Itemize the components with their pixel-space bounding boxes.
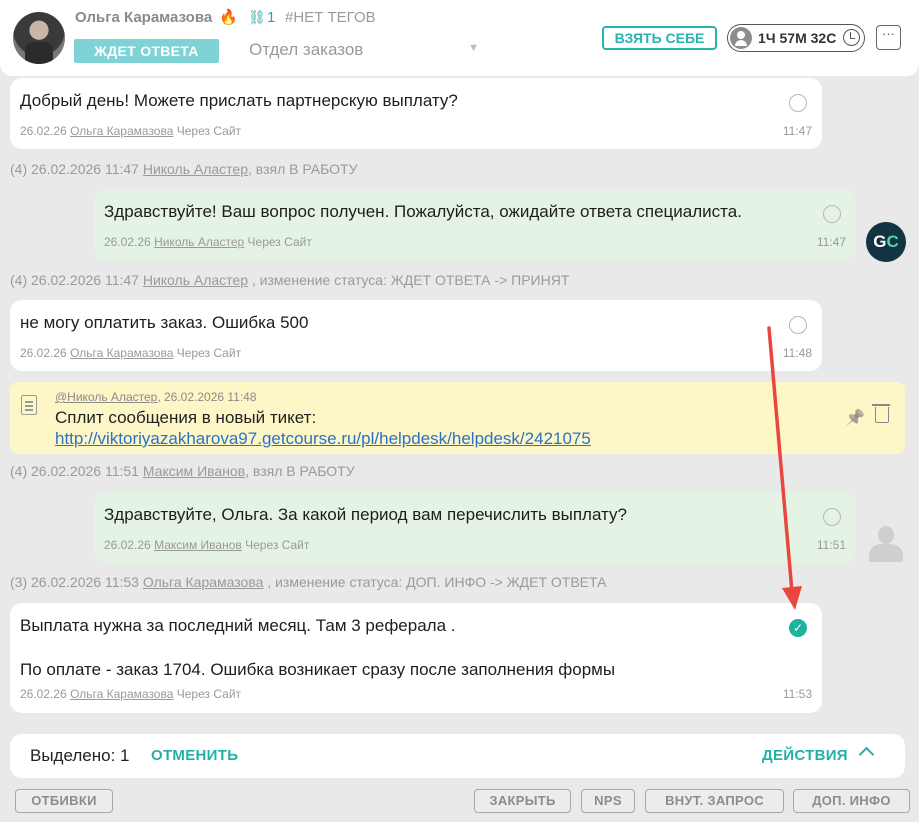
note-link[interactable]: http://viktoriyazakharova97.getcourse.ru… [55,429,591,449]
message-channel: Через Сайт [176,687,242,701]
event-text: , взял В РАБОТУ [245,463,355,479]
link-count[interactable]: 1 [267,9,275,26]
message-text: Добрый день! Можете прислать партнерскую… [20,91,458,110]
message-meta: 26.02.26 Максим Иванов Через Сайт [104,538,309,552]
select-checkbox[interactable] [823,508,841,526]
select-checkbox-checked[interactable]: ✓ [789,619,807,637]
system-event: (3) 26.02.2026 11:53 Ольга Карамазова , … [10,574,606,590]
event-user[interactable]: Николь Аластер [143,272,248,288]
message-client[interactable]: Добрый день! Можете прислать партнерскую… [10,78,822,149]
message-channel: Через Сайт [245,538,310,552]
message-author[interactable]: Максим Иванов [154,538,242,552]
message-author[interactable]: Ольга Карамазова [70,687,173,701]
select-checkbox[interactable] [823,205,841,223]
templates-button[interactable]: ОТБИВКИ [15,789,113,813]
message-author[interactable]: Николь Аластер [154,235,244,249]
message-time: 11:53 [782,687,812,701]
close-ticket-button[interactable]: ЗАКРЫТЬ [474,789,571,813]
selection-bar: Выделено: 1 ОТМЕНИТЬ ДЕЙСТВИЯ [10,734,905,778]
message-date: 26.02.26 [104,538,151,552]
system-event: (4) 26.02.2026 11:47 Николь Аластер, взя… [10,161,357,177]
message-meta: 26.02.26 Ольга Карамазова Через Сайт [20,687,241,701]
agent-avatar-placeholder [866,524,906,564]
message-time: 11:48 [782,346,812,360]
internal-note: @Николь Аластер, 26.02.2026 11:48 Сплит … [10,382,905,454]
event-text: , взял В РАБОТУ [248,161,358,177]
note-author-name[interactable]: @Николь Аластер [55,390,157,404]
event-time: (4) 26.02.2026 11:47 [10,161,139,177]
response-timer: 1Ч 57М 32С [727,24,865,52]
tags-label[interactable]: #НЕТ ТЕГОВ [285,9,376,26]
link-icon[interactable]: ⛓ [248,9,266,26]
message-text: Здравствуйте! Ваш вопрос получен. Пожалу… [104,202,742,221]
message-author[interactable]: Ольга Карамазова [70,346,173,360]
select-checkbox[interactable] [789,94,807,112]
more-info-button[interactable]: ДОП. ИНФО [793,789,910,813]
message-channel: Через Сайт [247,235,312,249]
clipboard-icon [21,395,37,415]
message-client-selected[interactable]: Выплата нужна за последний месяц. Там 3 … [10,603,822,713]
message-meta: 26.02.26 Ольга Карамазова Через Сайт [20,124,241,138]
nps-button[interactable]: NPS [581,789,635,813]
agent-avatar-gc: GC [866,222,906,262]
department-value: Отдел заказов [249,40,364,59]
message-author[interactable]: Ольга Карамазова [70,124,173,138]
status-badge[interactable]: ЖДЕТ ОТВЕТА [74,39,219,63]
message-date: 26.02.26 [20,346,67,360]
fire-icon: 🔥 [219,9,238,26]
message-text-line1: Выплата нужна за последний месяц. Там 3 … [20,616,456,635]
message-date: 26.02.26 [20,687,67,701]
message-channel: Через Сайт [176,124,242,138]
message-time: 11:51 [816,538,846,552]
event-time: (4) 26.02.2026 11:47 [10,272,139,288]
message-agent[interactable]: Здравствуйте, Ольга. За какой период вам… [94,492,856,563]
event-user[interactable]: Ольга Карамазова [143,574,264,590]
event-time: (3) 26.02.2026 11:53 [10,574,139,590]
trash-icon[interactable] [872,404,890,423]
pin-icon[interactable]: 📌 [845,408,865,428]
internal-request-button[interactable]: ВНУТ. ЗАПРОС [645,789,784,813]
message-text: Здравствуйте, Ольга. За какой период вам… [104,505,627,524]
select-checkbox[interactable] [789,316,807,334]
message-client[interactable]: не могу оплатить заказ. Ошибка 500 26.02… [10,300,822,371]
avatar-letter: G [873,232,887,251]
message-date: 26.02.26 [104,235,151,249]
note-author: @Николь Аластер, 26.02.2026 11:48 [55,390,257,404]
actions-button[interactable]: ДЕЙСТВИЯ [762,747,848,764]
avatar-letter: C [886,232,899,251]
message-date: 26.02.26 [20,124,67,138]
ticket-header: Ольга Карамазова 🔥 ⛓ 1 #НЕТ ТЕГОВ ЖДЕТ О… [0,0,919,76]
department-select[interactable]: Отдел заказов ▼ [249,40,479,62]
event-text: , изменение статуса: ДОП. ИНФО -> ЖДЕТ О… [263,574,607,590]
message-agent[interactable]: Здравствуйте! Ваш вопрос получен. Пожалу… [94,189,856,260]
message-channel: Через Сайт [176,346,242,360]
event-user[interactable]: Николь Аластер [143,161,248,177]
take-ticket-button[interactable]: ВЗЯТЬ СЕБЕ [602,26,717,50]
clock-icon [843,29,860,46]
event-user[interactable]: Максим Иванов [143,463,245,479]
selected-count: Выделено: 1 [30,746,130,765]
event-text: , изменение статуса: ЖДЕТ ОТВЕТА -> ПРИН… [248,272,570,288]
system-event: (4) 26.02.2026 11:47 Николь Аластер , из… [10,272,569,288]
message-text: не могу оплатить заказ. Ошибка 500 [20,313,309,332]
message-time: 11:47 [816,235,846,249]
cancel-selection-button[interactable]: ОТМЕНИТЬ [151,747,238,764]
chevron-down-icon: ▼ [468,42,479,54]
message-meta: 26.02.26 Николь Аластер Через Сайт [104,235,312,249]
message-text-line2: По оплате - заказ 1704. Ошибка возникает… [20,660,616,679]
client-name[interactable]: Ольга Карамазова [75,9,212,26]
message-meta: 26.02.26 Ольга Карамазова Через Сайт [20,346,241,360]
user-icon [730,27,752,49]
more-options-button[interactable]: ··· [876,25,901,50]
chevron-up-icon[interactable] [858,746,875,763]
timer-value: 1Ч 57М 32С [758,30,837,46]
message-time: 11:47 [782,124,812,138]
system-event: (4) 26.02.2026 11:51 Максим Иванов, взял… [10,463,355,479]
client-avatar[interactable] [13,12,65,64]
note-title: Сплит сообщения в новый тикет: [55,408,317,427]
note-date: , 26.02.2026 11:48 [157,390,257,404]
event-time: (4) 26.02.2026 11:51 [10,463,139,479]
